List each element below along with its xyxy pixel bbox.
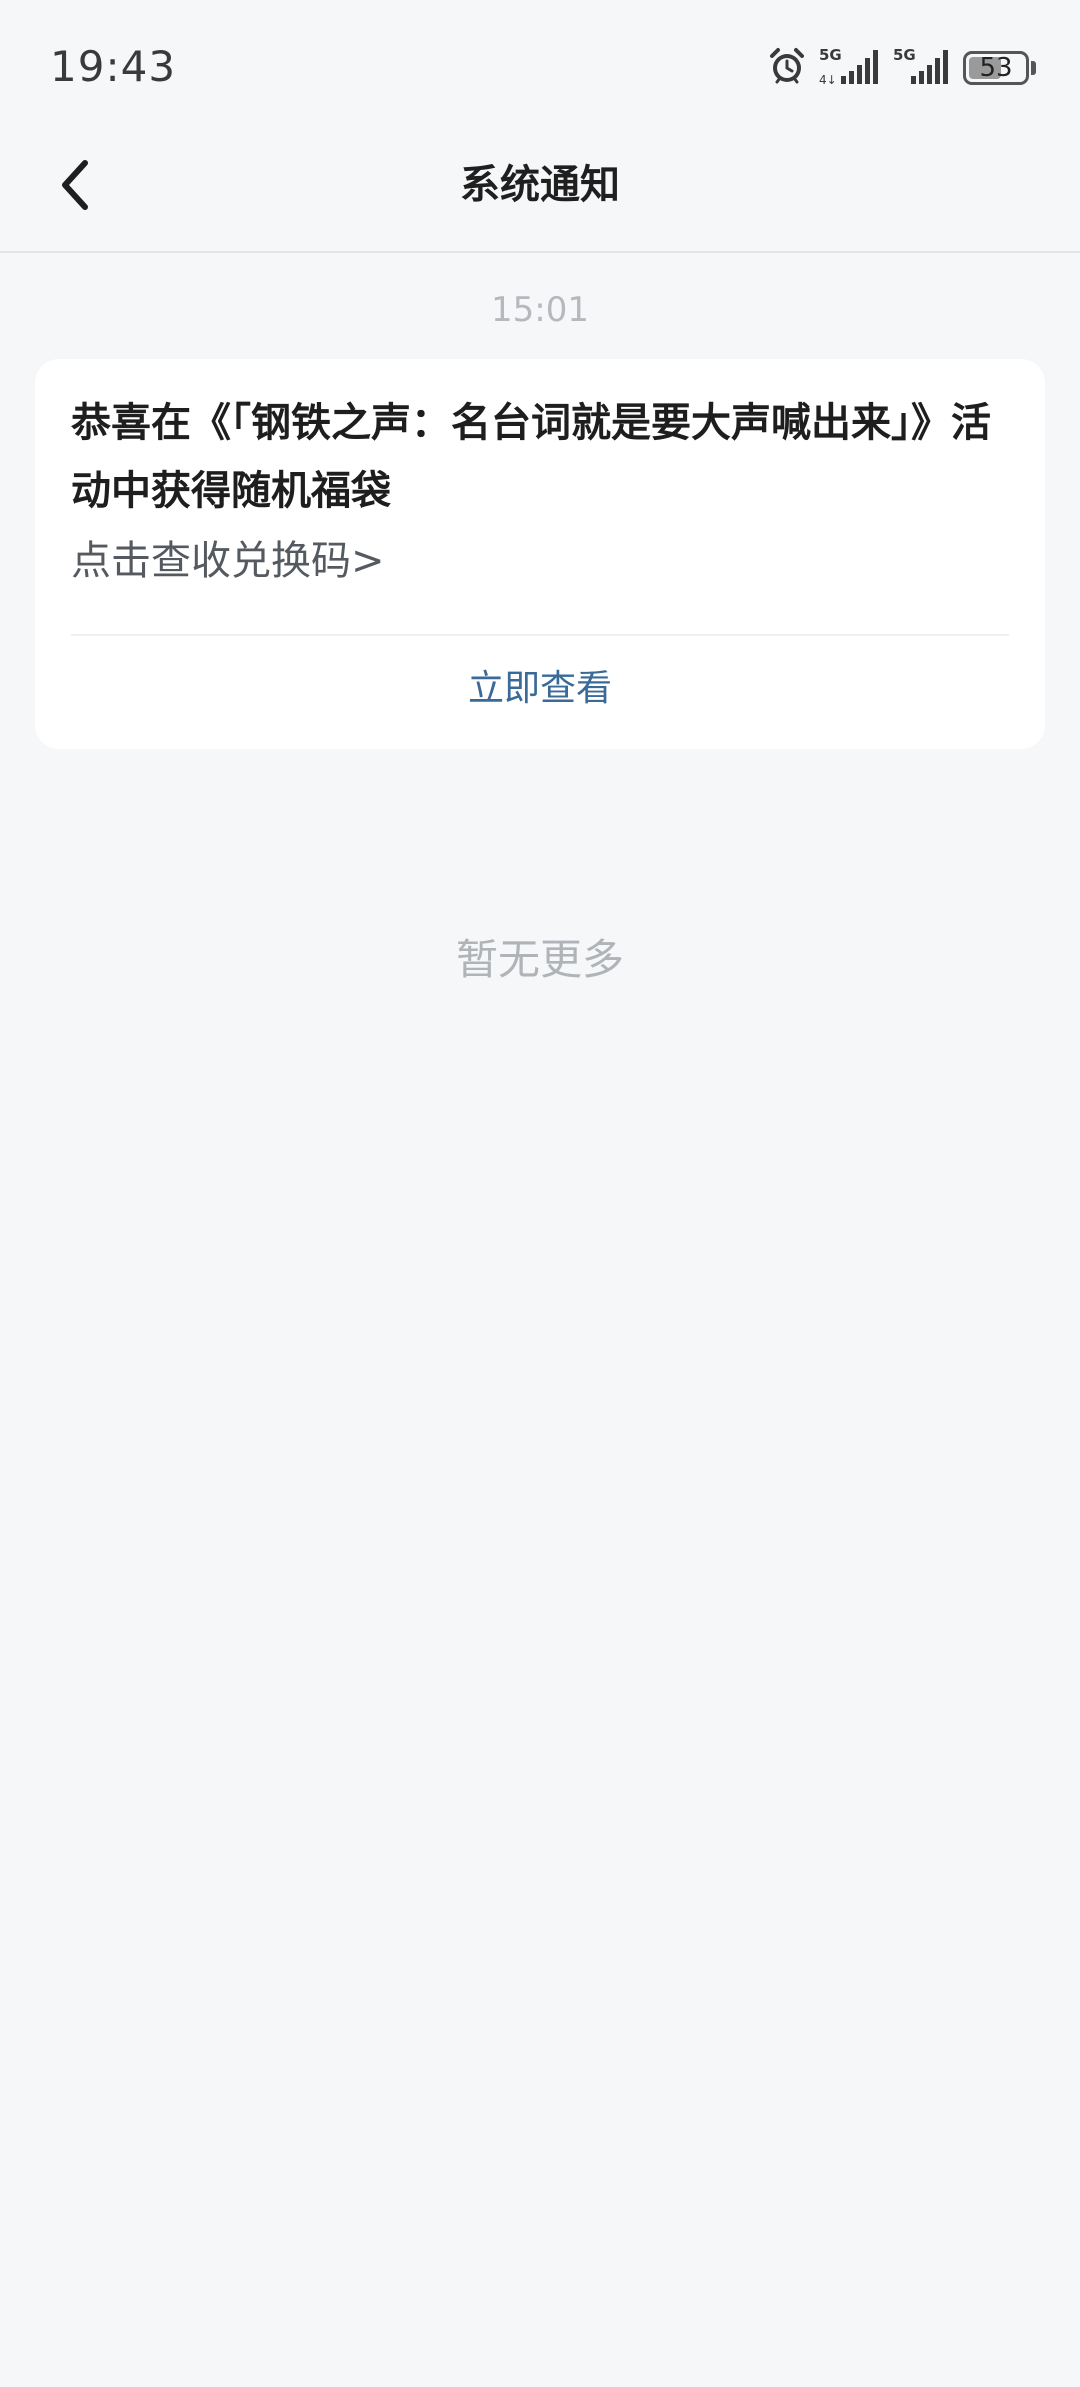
no-more-label: 暂无更多 [455,935,624,984]
status-time: 19:43 [50,42,177,91]
message-timestamp: 15:01 [491,290,589,330]
app-header: 系统通知 [0,130,1080,253]
notification-card[interactable]: 恭喜在《「钢铁之声：名台词就是要大声喊出来」》活动中获得随机福袋 点击查收兑换码… [35,359,1045,749]
svg-text:5G: 5G [819,46,842,64]
status-bar: 19:43 5G 4↓ 5G 53 [0,0,1080,130]
view-now-button[interactable]: 立即查看 [35,659,1045,719]
svg-text:5G: 5G [893,46,916,64]
battery-cap [1031,61,1036,75]
notification-subtitle[interactable]: 点击查收兑换码> [71,531,385,591]
alarm-icon [767,46,807,90]
battery-level: 53 [979,53,1013,83]
page-title: 系统通知 [460,162,620,208]
battery-icon: 53 [963,51,1029,85]
status-icons: 5G 4↓ 5G 53 [767,46,1036,90]
notification-title: 恭喜在《「钢铁之声：名台词就是要大声喊出来」》活动中获得随机福袋 [71,400,991,514]
5g-signal-icon: 5G 4↓ [819,46,881,90]
5g-signal-icon: 5G [893,46,951,90]
svg-text:4↓: 4↓ [819,73,837,86]
card-divider [71,634,1009,636]
